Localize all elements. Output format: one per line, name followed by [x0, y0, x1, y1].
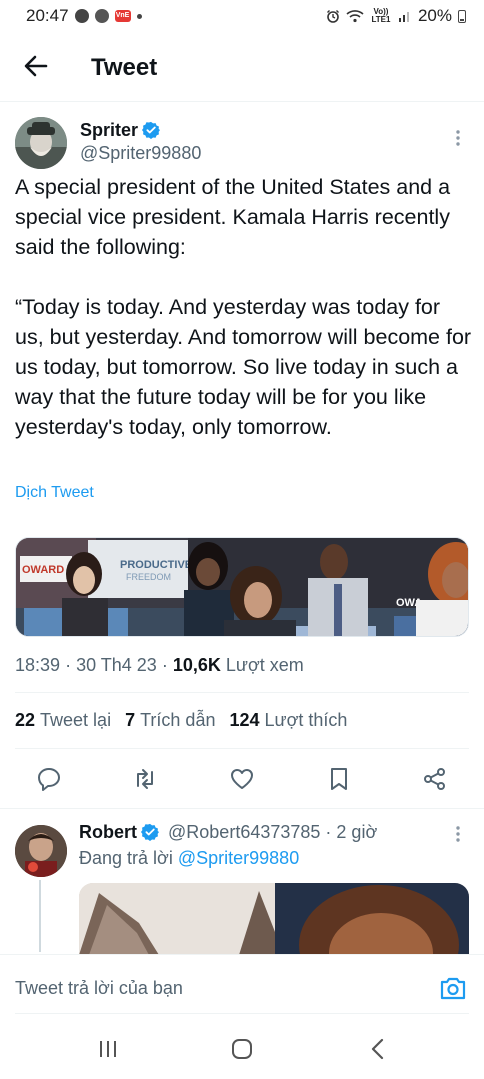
media-sign-left: OWARD	[22, 564, 64, 576]
reply-media-photo	[79, 883, 469, 955]
reply-author-avatar[interactable]	[15, 825, 67, 877]
media-app-icon: VnE	[114, 10, 131, 22]
views-count: 10,6K	[172, 655, 221, 675]
thread-line	[39, 880, 41, 952]
reply-icon[interactable]	[36, 766, 62, 792]
divider	[15, 1013, 469, 1014]
alarm-icon	[326, 10, 339, 23]
camera-icon[interactable]	[439, 975, 467, 1001]
meta-separator: ·	[65, 655, 77, 675]
retweets-stat[interactable]: 22 Tweet lại	[15, 710, 111, 731]
reply-more-options-icon[interactable]	[450, 824, 466, 844]
page-title: Tweet	[91, 54, 158, 81]
likes-stat[interactable]: 124 Lượt thích	[229, 710, 347, 731]
quotes-count: 7	[125, 710, 136, 730]
reply-author-handle[interactable]: @Robert64373785	[168, 822, 320, 842]
reply-avatar-image	[15, 825, 67, 877]
likes-count: 124	[229, 710, 260, 730]
home-icon[interactable]	[228, 1036, 256, 1062]
more-notifications-icon	[136, 13, 142, 19]
media-photo: OWARD PRODUCTIVE FREEDOM OWA	[16, 538, 468, 636]
tweet-text: A special president of the United States…	[15, 175, 472, 439]
reply-composer	[0, 954, 484, 1022]
replying-to-label: Đang trả lời	[79, 848, 173, 868]
reply-input[interactable]	[15, 973, 415, 1003]
wifi-icon	[346, 10, 364, 23]
replying-to-handle[interactable]: @Spriter99880	[178, 848, 299, 868]
likes-label: Lượt thích	[264, 710, 348, 730]
media-sign-center: PRODUCTIVE	[120, 559, 192, 571]
views-label[interactable]: Lượt xem	[226, 655, 304, 675]
divider	[15, 692, 469, 693]
divider	[0, 808, 484, 809]
like-heart-icon[interactable]	[229, 766, 255, 792]
retweets-count: 22	[15, 710, 36, 730]
reply-time-ago: 2 giờ	[336, 822, 378, 842]
tweet-actions-bar	[0, 760, 484, 800]
back-nav-icon[interactable]	[364, 1036, 392, 1062]
tweet-meta: 18:39 · 30 Th4 23 · 10,6K Lượt xem	[15, 655, 304, 676]
battery-icon	[458, 9, 466, 23]
author-name-text: Spriter	[80, 120, 139, 140]
author-avatar[interactable]	[15, 117, 67, 169]
network-label: Vo)) LTE1	[371, 7, 391, 24]
meta-separator: ·	[325, 822, 337, 842]
back-arrow-icon[interactable]	[22, 52, 50, 80]
system-navigation-bar	[0, 1022, 484, 1079]
top-app-bar: Tweet	[0, 32, 484, 102]
signal-icon	[398, 12, 409, 22]
verified-badge-icon	[142, 121, 161, 139]
recent-apps-icon[interactable]	[94, 1036, 122, 1062]
author-name[interactable]: Spriter	[80, 120, 161, 141]
media-sign-center-sub: FREEDOM	[126, 572, 171, 582]
quotes-stat[interactable]: 7 Trích dẫn	[125, 710, 215, 731]
author-handle[interactable]: @Spriter99880	[80, 143, 201, 164]
share-icon[interactable]	[422, 766, 448, 792]
more-options-icon[interactable]	[450, 128, 466, 148]
status-bar: 20:47 VnE Vo)) LTE1 20%	[0, 0, 484, 32]
meta-separator: ·	[161, 655, 173, 675]
bookmark-icon[interactable]	[326, 766, 352, 792]
status-time: 20:47	[26, 6, 69, 25]
notification-icon	[74, 9, 89, 23]
tweet-date: 30 Th4 23	[76, 655, 157, 675]
retweets-label: Tweet lại	[40, 710, 112, 730]
engagement-stats: 22 Tweet lại 7 Trích dẫn 124 Lượt thích	[15, 710, 347, 731]
reply-header: Robert @Robert64373785 · 2 giờ	[79, 822, 377, 843]
tweet-media-image[interactable]: OWARD PRODUCTIVE FREEDOM OWA	[15, 537, 469, 637]
replying-to: Đang trả lời @Spriter99880	[79, 848, 299, 869]
avatar-image	[15, 117, 67, 169]
retweet-icon[interactable]	[132, 766, 158, 792]
translate-tweet-link[interactable]: Dịch Tweet	[15, 484, 94, 502]
divider	[15, 748, 469, 749]
verified-badge-icon	[141, 823, 159, 841]
battery-percent: 20%	[417, 6, 452, 25]
reply-author-name[interactable]: Robert	[79, 822, 137, 842]
quotes-label: Trích dẫn	[140, 710, 216, 730]
reply-media-image[interactable]	[79, 883, 469, 955]
tweet-time: 18:39	[15, 655, 61, 675]
app-notification-icon	[94, 9, 109, 23]
